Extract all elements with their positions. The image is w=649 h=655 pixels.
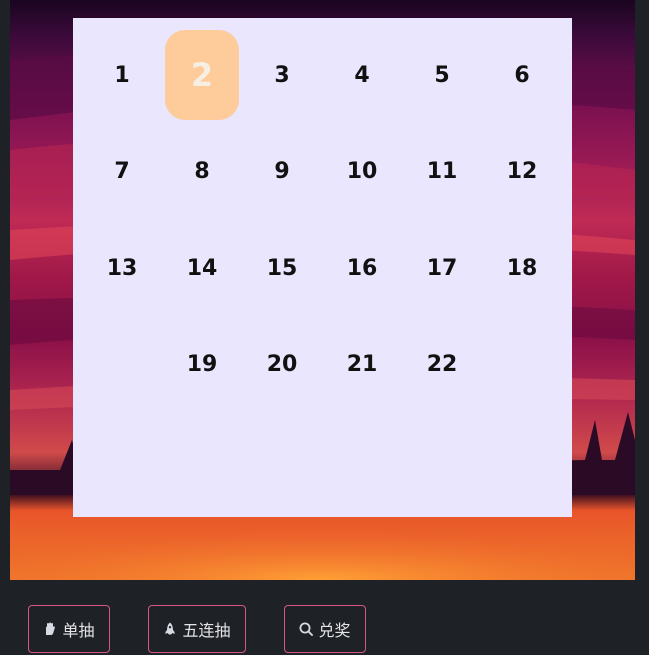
redeem-label: 兑奖 — [318, 621, 351, 640]
single-draw-label: 单抽 — [62, 621, 95, 640]
number-cell[interactable]: 22 — [412, 334, 472, 394]
number-cell[interactable]: 13 — [92, 238, 152, 298]
number-cell[interactable]: 16 — [332, 238, 392, 298]
number-cell[interactable]: 12 — [492, 141, 552, 201]
number-cell[interactable]: 7 — [92, 141, 152, 201]
number-cell[interactable]: 3 — [252, 45, 312, 105]
number-cell[interactable]: 9 — [252, 141, 312, 201]
number-cell[interactable]: 18 — [492, 238, 552, 298]
five-draw-label: 五连抽 — [182, 621, 231, 640]
number-cell[interactable]: 11 — [412, 141, 472, 201]
number-cell[interactable]: 6 — [492, 45, 552, 105]
search-icon — [299, 622, 314, 636]
number-cell[interactable]: 14 — [172, 238, 232, 298]
number-cell[interactable]: 21 — [332, 334, 392, 394]
redeem-button[interactable]: 兑奖 — [284, 605, 366, 653]
hand-icon — [43, 622, 57, 636]
number-cell[interactable]: 8 — [172, 141, 232, 201]
number-cell[interactable]: 17 — [412, 238, 472, 298]
number-cell-selected[interactable]: 2 — [165, 30, 239, 120]
number-cell[interactable]: 1 — [92, 45, 152, 105]
five-draw-button[interactable]: 五连抽 — [148, 605, 246, 653]
number-cell[interactable]: 20 — [252, 334, 312, 394]
number-cell[interactable]: 4 — [332, 45, 392, 105]
number-cell[interactable]: 10 — [332, 141, 392, 201]
number-cell[interactable]: 15 — [252, 238, 312, 298]
number-cell[interactable]: 5 — [412, 45, 472, 105]
single-draw-button[interactable]: 单抽 — [28, 605, 110, 653]
number-grid-card: 1 2 3 4 5 6 7 8 9 10 11 12 13 14 15 16 1… — [73, 18, 572, 517]
rocket-icon — [163, 622, 177, 636]
number-cell[interactable]: 19 — [172, 334, 232, 394]
